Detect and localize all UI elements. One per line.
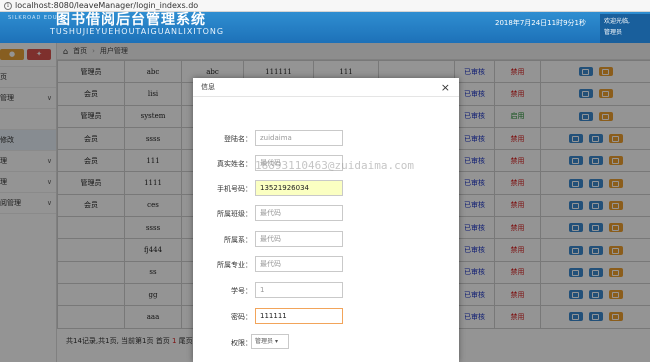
field-label: 真实姓名：: [217, 160, 252, 168]
close-icon[interactable]: ×: [441, 81, 450, 94]
current-datetime: 2018年7月24日11时9分1秒: [495, 19, 586, 27]
modal-header: 信息 ×: [193, 78, 459, 97]
field-phone: 手机号码： 13521926034: [193, 180, 459, 196]
password-input[interactable]: 111111: [255, 308, 343, 324]
modal-title: 信息: [201, 83, 215, 91]
info-icon[interactable]: i: [4, 1, 12, 10]
field-password: 密码： 111111: [193, 308, 459, 324]
field-permission: 权限： 管理员 ▾: [193, 334, 459, 350]
field-department: 所属系： 最代码: [193, 231, 459, 247]
department-input[interactable]: 最代码: [255, 231, 343, 247]
field-class: 所属班级： 最代码: [193, 205, 459, 221]
welcome-text: 欢迎光临,: [604, 18, 630, 25]
app-title-pinyin: TUSHUJIEYUEHOUTAIGUANLIXITONG: [50, 27, 225, 36]
watermark-text: 18893110463@zuidaima.com: [255, 159, 414, 172]
student-id-input[interactable]: 1: [255, 282, 343, 298]
field-label: 学号：: [231, 287, 252, 295]
class-input[interactable]: 最代码: [255, 205, 343, 221]
field-login-name: 登陆名： zuidaima: [193, 130, 459, 146]
field-label: 所属班级：: [217, 210, 252, 218]
phone-input[interactable]: 13521926034: [255, 180, 343, 196]
field-label: 密码：: [231, 313, 252, 321]
major-input[interactable]: 最代码: [255, 256, 343, 272]
field-label: 所属专业：: [217, 261, 252, 269]
app-title: 图书借阅后台管理系统: [56, 12, 206, 28]
user-panel[interactable]: 欢迎光临, 管理员: [600, 14, 650, 43]
field-label: 权限：: [231, 339, 252, 347]
permission-select[interactable]: 管理员 ▾: [251, 334, 289, 349]
user-role: 管理员: [604, 29, 623, 36]
field-label: 所属系：: [224, 236, 252, 244]
permission-select-value: 管理员: [255, 338, 274, 345]
chevron-down-icon: ▾: [274, 338, 278, 345]
field-label: 手机号码：: [217, 185, 252, 193]
login-name-input[interactable]: zuidaima: [255, 130, 343, 146]
logo-small-text: SILKROAD EDU: [8, 15, 58, 21]
user-info-modal: 信息 × 登陆名： zuidaima 真实姓名： 最代码 手机号码： 13521…: [193, 78, 459, 362]
app-header: SILKROAD EDU 图书借阅后台管理系统 TUSHUJIEYUEHOUTA…: [0, 12, 650, 43]
field-major: 所属专业： 最代码: [193, 256, 459, 272]
field-student-id: 学号： 1: [193, 282, 459, 298]
field-label: 登陆名：: [224, 135, 252, 143]
